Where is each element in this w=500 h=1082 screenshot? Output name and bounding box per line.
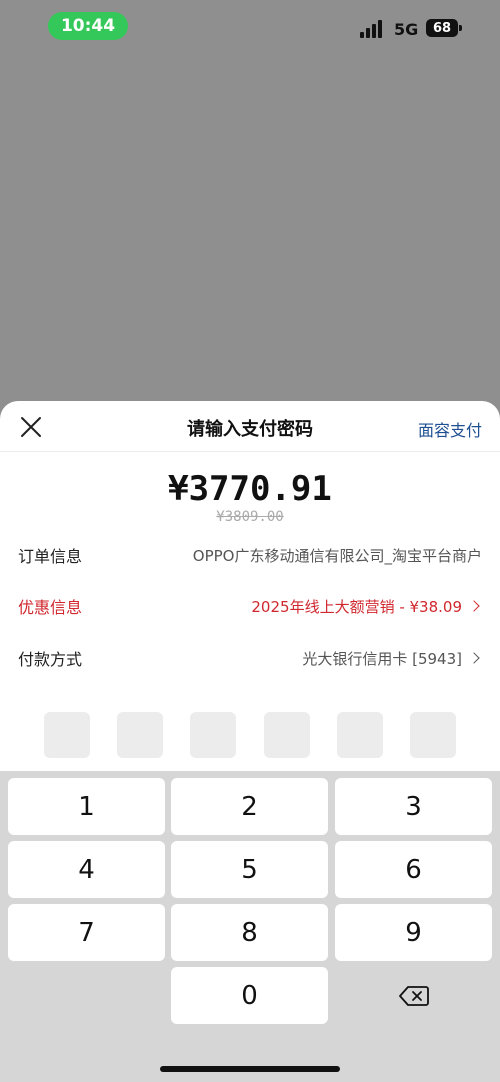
discount-label: 优惠信息 <box>18 598 83 617</box>
discount-value: 2025年线上大额营销 - ¥38.09 <box>251 597 462 616</box>
discount-row[interactable]: 优惠信息 2025年线上大额营销 - ¥38.09 <box>18 594 482 618</box>
order-info-value: OPPO广东移动通信有限公司_淘宝平台商户 <box>192 546 482 565</box>
key-7[interactable]: 7 <box>8 904 165 961</box>
key-1[interactable]: 1 <box>8 778 165 835</box>
payment-method-label: 付款方式 <box>18 650 83 669</box>
password-digit-box <box>117 712 164 758</box>
face-pay-button[interactable]: 面容支付 <box>418 417 482 441</box>
sheet-header: 请输入支付密码 面容支付 <box>0 401 500 452</box>
status-time: 10:44 <box>48 12 128 40</box>
key-4[interactable]: 4 <box>8 841 165 898</box>
discount-value-wrap: 2025年线上大额营销 - ¥38.09 <box>251 596 482 617</box>
payment-method-row[interactable]: 付款方式 光大银行信用卡 [5943] <box>18 646 482 670</box>
backspace-icon[interactable] <box>335 967 492 1024</box>
key-2[interactable]: 2 <box>171 778 328 835</box>
password-digit-box <box>409 712 456 758</box>
password-digit-box <box>263 712 310 758</box>
key-6[interactable]: 6 <box>335 841 492 898</box>
status-bar: 10:44 5G 68 <box>0 0 500 52</box>
original-amount: ¥3809.00 <box>216 509 284 525</box>
password-digit-box <box>44 712 90 758</box>
home-indicator[interactable] <box>160 1066 340 1072</box>
battery-tip <box>459 25 462 31</box>
payment-sheet: 请输入支付密码 面容支付 ¥3770.91 ¥3809.00 订单信息 OPPO… <box>0 401 500 771</box>
network-type: 5G <box>394 20 419 39</box>
password-digit-box <box>336 712 383 758</box>
key-9[interactable]: 9 <box>335 904 492 961</box>
key-5[interactable]: 5 <box>171 841 328 898</box>
chevron-right-icon <box>468 652 480 664</box>
payment-amount: ¥3770.91 <box>168 469 332 509</box>
password-digit-box <box>190 712 237 758</box>
password-input[interactable] <box>44 712 456 758</box>
chevron-right-icon <box>468 600 480 612</box>
order-info-label: 订单信息 <box>18 547 83 566</box>
key-8[interactable]: 8 <box>171 904 328 961</box>
order-info-row: 订单信息 OPPO广东移动通信有限公司_淘宝平台商户 <box>18 543 482 567</box>
key-0[interactable]: 0 <box>171 967 328 1024</box>
battery-icon: 68 <box>426 19 458 37</box>
key-3[interactable]: 3 <box>335 778 492 835</box>
payment-method-value: 光大银行信用卡 [5943] <box>302 649 462 668</box>
signal-icon <box>360 20 386 38</box>
numeric-keypad: 1 2 3 4 5 6 7 8 9 0 <box>0 771 500 1082</box>
payment-method-value-wrap: 光大银行信用卡 [5943] <box>302 648 482 669</box>
